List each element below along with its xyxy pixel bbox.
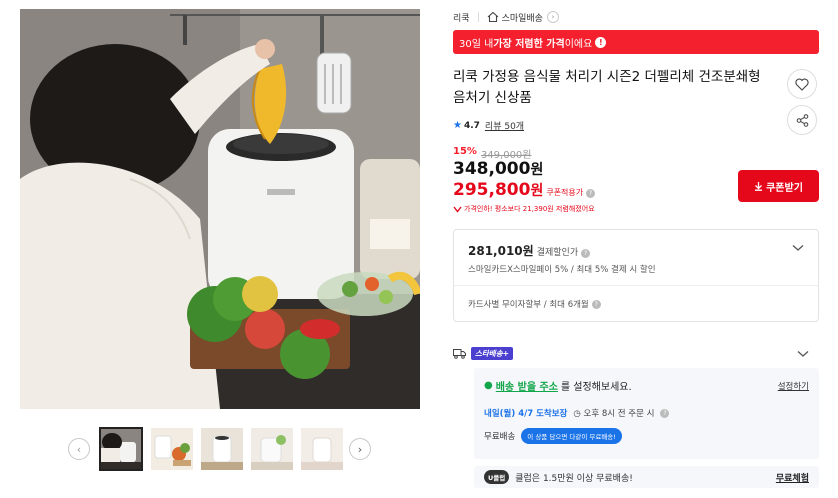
thumbnail-image [251,428,293,470]
coupon-price-tag: 쿠폰적용가 [546,188,584,197]
store-link[interactable]: 스마일배송 [502,11,543,24]
breadcrumb: 리쿡 스마일배송 › [453,9,559,25]
price-down-icon [453,206,462,213]
price-note-text: 가격인하! 평소보다 21,390원 저렴해졌어요 [464,205,595,213]
divider [454,285,818,286]
product-photo [20,9,420,409]
address-suffix: 를 설정해보세요. [560,382,632,393]
free-shipping-pill: 이 상품 담으면 다같이 무료배송! [521,428,622,444]
chevron-down-icon[interactable] [792,241,804,255]
order-cutoff-text: 오후 8시 전 주문 시 [583,409,655,419]
free-shipping-row: 무료배송 이 상품 담으면 다같이 무료배송! [484,428,622,444]
download-icon [755,182,763,191]
home-icon [487,11,499,23]
review-count-link[interactable]: 리뷰 50개 [485,119,524,132]
thumbnail-image [301,428,343,470]
delivery-guarantee-row: 내일(월) 4/7 도착보장 ◷ 오후 8시 전 주문 시 ? [484,407,670,419]
star-icon: ★ [453,120,462,131]
shipping-header: 스타배송+ [453,344,819,362]
lowest-price-banner: 30일 내 가장 저렴한 가격 이에요 ! [453,30,819,54]
coupon-price-unit: 원 [530,183,544,199]
free-shipping-label: 무료배송 [484,432,516,442]
uclub-text: 클럽은 1.5만원 이상 무료배송! [515,473,633,484]
thumbnail-strip: ‹ › [66,427,376,472]
heart-icon [795,78,809,91]
banner-prefix: 30일 내 [459,38,494,50]
rating-score: 4.7 [463,120,480,131]
sale-price-number: 348,000 [453,159,531,179]
chevron-left-icon[interactable]: ‹ [68,438,90,460]
chevron-right-icon[interactable]: › [349,438,371,460]
payment-discount-row: 281,010원 결제할인가 ? [468,242,591,259]
shipping-info-box: ● 배송 받을 주소 를 설정해보세요. 설정하기 내일(월) 4/7 도착보장… [474,368,819,459]
sale-price-unit: 원 [530,162,544,178]
get-coupon-button[interactable]: 쿠폰받기 [738,170,819,202]
price-drop-note: 가격인하! 평소보다 21,390원 저렴해졌어요 [453,204,595,214]
banner-suffix: 이에요 [564,38,593,50]
thumbnail-image [201,428,243,470]
location-pin-icon: ● [484,380,493,391]
truck-icon [453,348,466,359]
clock-icon: ◷ [573,409,581,419]
thumbnail-image [100,428,142,470]
help-icon[interactable]: ? [660,408,670,418]
rating-summary: ★ 4.7 리뷰 50개 [453,119,524,132]
breadcrumb-divider [477,12,479,22]
uclub-badge: U클럽 [484,470,510,484]
coupon-price-value: 295,800원 [453,180,543,200]
thumbnail-1[interactable] [99,427,143,471]
installment-info: 카드사별 무이자할부 / 최대 6개월 ? [468,298,601,310]
installment-text: 카드사별 무이자할부 / 최대 6개월 [468,300,589,310]
payment-discount-box: 281,010원 결제할인가 ? 스마일카드X스마일페이 5% / 최대 5% … [453,229,819,322]
product-info-panel: 리쿡 스마일배송 › 30일 내 가장 저렴한 가격 이에요 ! 리쿡 가정용 … [453,0,823,498]
address-row: ● 배송 받을 주소 를 설정해보세요. [484,378,632,393]
help-icon[interactable]: ? [586,189,596,198]
star-delivery-badge: 스타배송+ [471,346,513,360]
thumbnail-4[interactable] [251,428,293,470]
delivery-date: 내일(월) 4/7 도착보장 [484,409,568,419]
help-icon[interactable]: ? [591,299,601,309]
thumbnail-5[interactable] [301,428,343,470]
sale-price: 348,000원 [453,159,543,179]
coupon-price-number: 295,800 [453,180,531,200]
coupon-price: 295,800원 쿠폰적용가 ? [453,180,596,200]
payment-price: 281,010원 [468,244,534,258]
uclub-banner: U클럽 클럽은 1.5만원 이상 무료배송! 무료체험 [474,466,819,488]
thumbnail-3[interactable] [201,428,243,470]
banner-highlight: 가장 저렴한 가격 [493,38,565,50]
help-icon[interactable]: ? [581,249,591,258]
chevron-right-icon[interactable]: › [546,11,559,23]
address-link[interactable]: 배송 받을 주소 [496,378,558,393]
product-title: 리쿡 가정용 음식물 처리기 시즌2 더펠리체 건조분쇄형 음처기 신상품 [453,69,761,106]
thumbnail-image [151,428,193,470]
free-trial-link[interactable]: 무료체험 [776,471,809,484]
address-settings-link[interactable]: 설정하기 [778,380,809,392]
wishlist-button[interactable] [787,69,817,99]
product-main-image[interactable] [20,9,420,409]
info-icon[interactable]: ! [595,36,607,48]
get-coupon-label: 쿠폰받기 [766,182,803,194]
payment-detail: 스마일카드X스마일페이 5% / 최대 5% 결제 시 할인 [468,265,656,275]
order-cutoff: ◷ 오후 8시 전 주문 시 [573,407,654,419]
share-icon [796,113,808,127]
chevron-down-icon[interactable] [797,347,809,361]
thumbnail-2[interactable] [151,428,193,470]
payment-label: 결제할인가 [536,248,579,258]
share-button[interactable] [787,105,817,135]
brand-link[interactable]: 리쿡 [453,11,470,24]
